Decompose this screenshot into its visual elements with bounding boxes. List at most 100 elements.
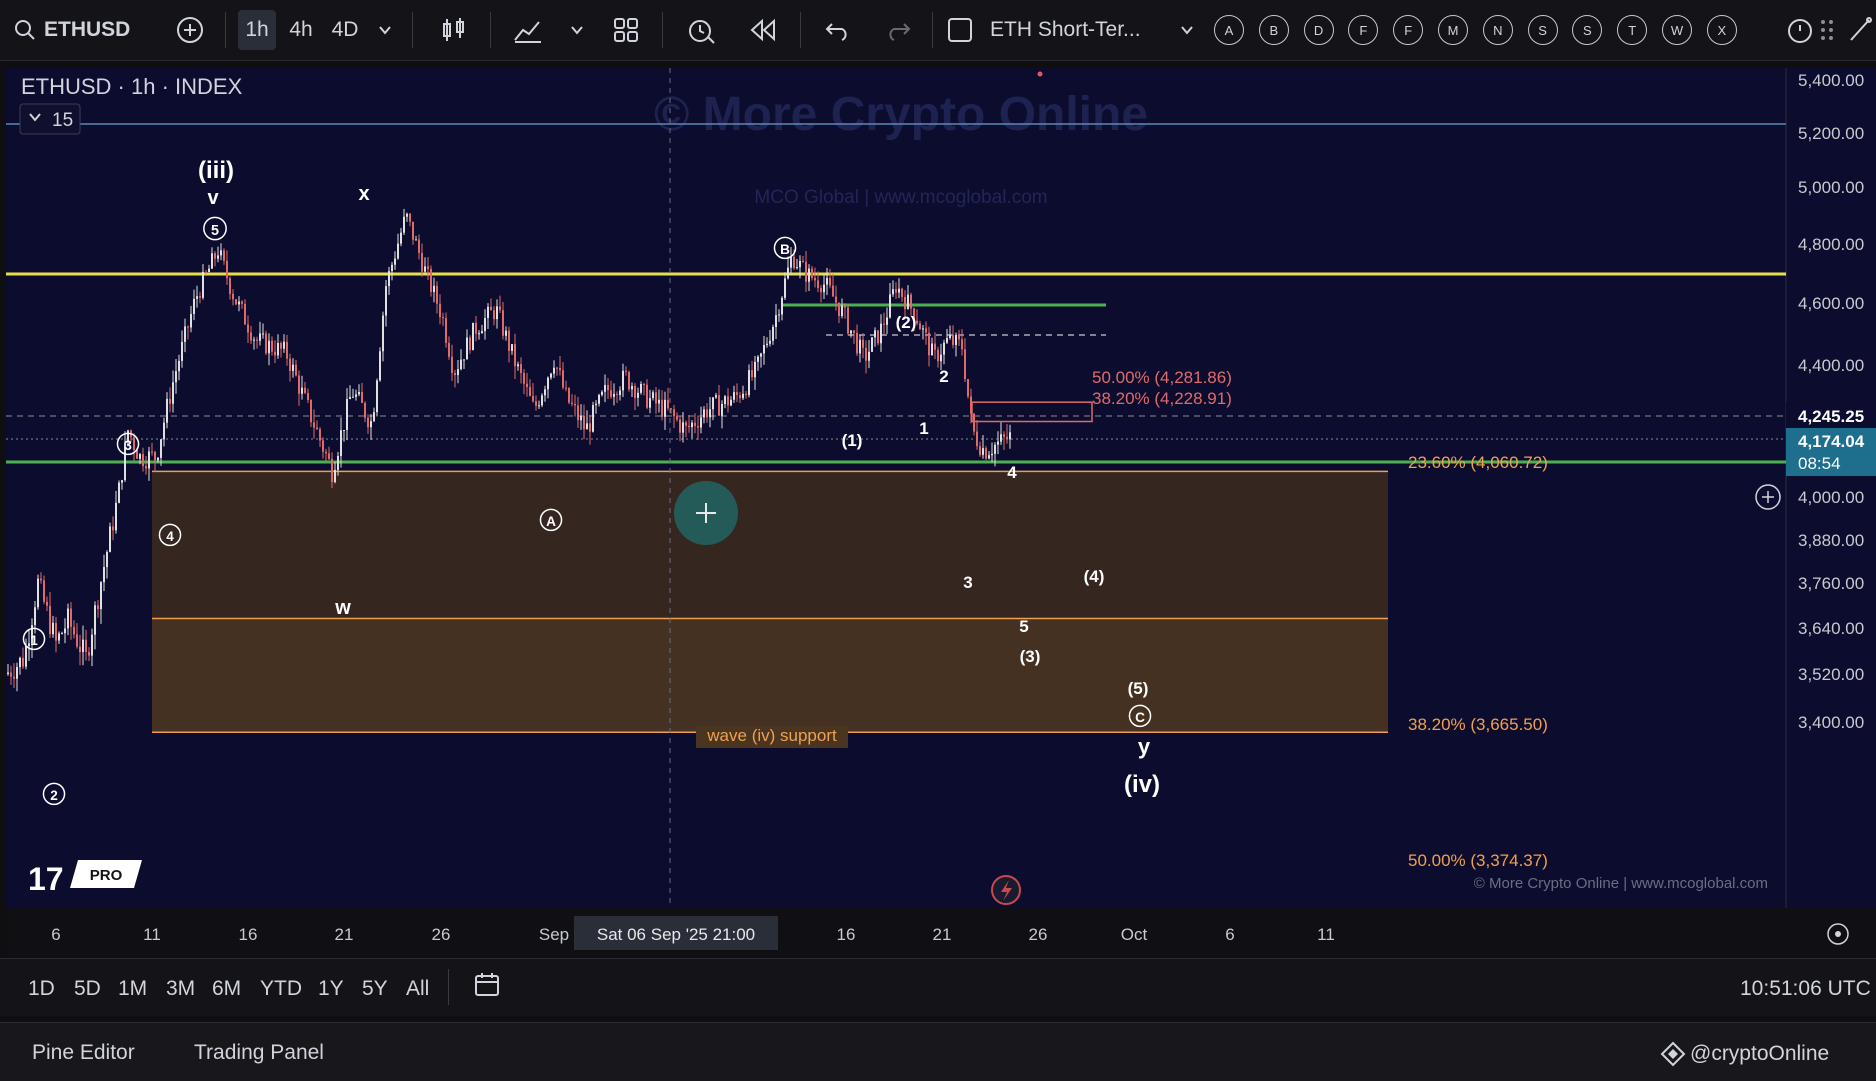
range-1d[interactable]: 1D xyxy=(28,977,55,1001)
candle-body xyxy=(58,633,60,641)
candle-body xyxy=(103,567,105,583)
candle-body xyxy=(43,580,45,602)
candle-body xyxy=(901,288,903,297)
candle-body xyxy=(667,399,669,409)
interval-dropdown[interactable] xyxy=(372,10,398,50)
range-ytd[interactable]: YTD xyxy=(260,977,302,1001)
layout-dropdown[interactable] xyxy=(1176,10,1198,50)
interval-4d[interactable]: 4D xyxy=(326,10,364,50)
candle-body xyxy=(835,296,837,303)
candle-body xyxy=(844,306,846,308)
candle-body xyxy=(379,351,381,381)
wave-label-2: 2 xyxy=(939,367,948,386)
layout-grid-button[interactable] xyxy=(608,10,644,50)
time-tick-label: 6 xyxy=(1225,925,1234,944)
range-5y[interactable]: 5Y xyxy=(362,977,388,1001)
compare-add-button[interactable] xyxy=(172,10,208,50)
candle-body xyxy=(751,370,753,378)
drawing-label-D[interactable]: D xyxy=(1303,15,1334,45)
range-1m[interactable]: 1M xyxy=(118,977,147,1001)
candle-body xyxy=(202,271,204,298)
candle-body xyxy=(388,271,390,287)
fib-label: 23.60% (4,060.72) xyxy=(1408,453,1548,472)
candle-body xyxy=(616,393,618,395)
time-tick-label: 16 xyxy=(239,925,258,944)
price-tick-label: 4,600.00 xyxy=(1798,294,1864,313)
chart-type-button[interactable] xyxy=(436,10,472,50)
interval-4h[interactable]: 4h xyxy=(282,10,320,50)
candle-body xyxy=(697,426,699,428)
candle-body xyxy=(790,256,792,268)
candle-body xyxy=(232,293,234,300)
marker-dot xyxy=(1037,71,1043,77)
candle-body xyxy=(718,395,720,416)
indicators-dropdown[interactable] xyxy=(565,10,589,50)
candle-body xyxy=(391,264,393,272)
candle-body xyxy=(250,332,252,341)
drawing-label-S[interactable]: S xyxy=(1527,15,1558,45)
candle-body xyxy=(235,299,237,305)
candle-body xyxy=(505,330,507,336)
layout-name-button[interactable]: ETH Short-Ter... xyxy=(990,10,1190,50)
drawing-label-S[interactable]: S xyxy=(1572,15,1603,45)
drawing-label-W[interactable]: W xyxy=(1662,15,1692,45)
range-all[interactable]: All xyxy=(406,977,429,1001)
undo-button[interactable] xyxy=(820,10,856,50)
pine-editor-tab[interactable]: Pine Editor xyxy=(32,1041,135,1065)
indicators-button[interactable] xyxy=(510,10,546,50)
range-1y[interactable]: 1Y xyxy=(318,977,344,1001)
candle-body xyxy=(694,422,696,427)
candle-body xyxy=(427,266,429,270)
drawing-label-X[interactable]: X xyxy=(1706,15,1737,45)
drawing-label-M[interactable]: M xyxy=(1438,15,1468,45)
interval-label: 4h xyxy=(289,18,313,41)
candle-body xyxy=(61,633,63,635)
candle-body xyxy=(580,415,582,421)
separator xyxy=(448,969,449,1005)
candle-body xyxy=(205,271,207,273)
candle-body xyxy=(997,441,999,445)
candle-body xyxy=(259,333,261,341)
candle-body xyxy=(538,405,540,407)
redo-button[interactable] xyxy=(880,10,916,50)
replay-button[interactable] xyxy=(744,10,782,50)
date-range-picker-button[interactable] xyxy=(468,965,508,1005)
fullscreen-button[interactable] xyxy=(942,10,978,50)
candle-body xyxy=(811,268,813,278)
drawing-label-T[interactable]: T xyxy=(1617,15,1648,45)
drawing-label-F[interactable]: F xyxy=(1348,15,1379,45)
candle-body xyxy=(226,260,228,279)
wave-label-(3): (3) xyxy=(1020,647,1041,666)
range-3m[interactable]: 3M xyxy=(166,977,195,1001)
symbol-search-button[interactable]: ETHUSD xyxy=(14,10,144,50)
chevron-down-icon xyxy=(379,26,391,35)
chart-area[interactable]: © More Crypto Online MCO Global | www.mc… xyxy=(6,68,1876,958)
interval-label: 4D xyxy=(331,18,359,41)
candle-body xyxy=(151,451,153,453)
drawing-label-A[interactable]: A xyxy=(1214,15,1244,45)
drawing-tool-button[interactable] xyxy=(1846,10,1874,50)
candle-body xyxy=(736,392,738,396)
support-zone-lower xyxy=(152,618,1388,733)
range-5d[interactable]: 5D xyxy=(74,977,101,1001)
candle-body xyxy=(982,448,984,455)
alert-button[interactable] xyxy=(682,10,720,50)
drawing-label-F[interactable]: F xyxy=(1393,15,1424,45)
candle-body xyxy=(715,395,717,398)
social-handle: @cryptoOnline xyxy=(1660,1041,1829,1067)
price-tick-label: 5,000.00 xyxy=(1798,178,1864,197)
drawing-label-N[interactable]: N xyxy=(1482,15,1513,45)
price-chart[interactable]: © More Crypto Online MCO Global | www.mc… xyxy=(6,68,1876,958)
trading-panel-tab[interactable]: Trading Panel xyxy=(194,1041,324,1065)
candle-body xyxy=(967,379,969,397)
candle-body xyxy=(100,582,102,610)
range-6m[interactable]: 6M xyxy=(212,977,241,1001)
drag-handle[interactable] xyxy=(1812,10,1842,50)
candle-body xyxy=(313,422,315,428)
utc-clock[interactable]: 10:51:06 UTC xyxy=(1740,977,1871,1001)
candle-body xyxy=(781,297,783,315)
candle-body xyxy=(268,340,270,354)
drawing-label-B[interactable]: B xyxy=(1258,15,1289,45)
interval-1h[interactable]: 1h xyxy=(238,10,276,50)
candle-body xyxy=(355,394,357,397)
